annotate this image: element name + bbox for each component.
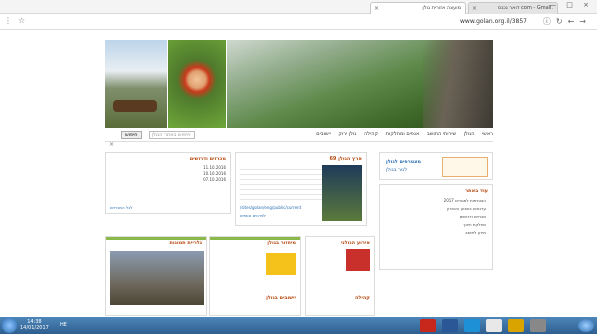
bookmark-star-icon[interactable]: ☆ <box>18 16 25 25</box>
tab-gmail-label: .com - Gmail דואר נכנס <box>497 5 553 11</box>
windows-taskbar: 14:38 14/01/2017 HE <box>0 317 597 334</box>
gallery-photo[interactable] <box>110 251 204 305</box>
nav-community[interactable]: קהילה <box>364 131 378 137</box>
search-button[interactable]: חיפוש <box>121 131 142 139</box>
chrome-app-icon[interactable] <box>486 319 502 332</box>
media-app-icon[interactable] <box>530 319 546 332</box>
rocks-image <box>423 40 493 128</box>
news-box: ארץ הגולן 69 /sites/golan/eng/public/cur… <box>235 152 367 226</box>
web-page: × חיפוש חיפוש באתר הגולן ראשי הגולן שירו… <box>105 40 493 316</box>
event-title: אירוע הגולני <box>340 240 370 246</box>
folder-app-icon[interactable] <box>508 319 524 332</box>
window-controls[interactable]: — □ × <box>549 1 593 9</box>
gallery-title: גלריית תמונות <box>169 240 202 246</box>
updates-item[interactable]: מחלקת חינוך <box>384 221 486 229</box>
taskbar-clock[interactable]: 14:38 14/01/2017 <box>20 319 49 331</box>
event-box: אירוע הגולני קהילה <box>305 236 375 316</box>
tab-golan[interactable]: × מועצה אזורית גולן <box>370 2 466 14</box>
news-title: ארץ הגולן 69 <box>329 156 362 162</box>
main-nav-row: × חיפוש חיפוש באתר הגולן ראשי הגולן שירו… <box>105 130 493 148</box>
ie-app-icon[interactable] <box>464 319 480 332</box>
nav-buttons[interactable]: ⓘ↻←→ <box>543 16 591 27</box>
tab-gmail[interactable]: × .com - Gmail דואר נכנס <box>468 2 558 14</box>
nav-golan[interactable]: הגולן <box>464 131 475 137</box>
news-cover-image[interactable] <box>322 165 362 221</box>
settlements-title: יישובים בגולן <box>266 295 296 301</box>
search-input[interactable]: חיפוש באתר הגולן <box>148 131 195 139</box>
url-field[interactable]: www.golan.org.il/3857 <box>460 18 527 25</box>
ad-logo <box>442 157 488 177</box>
gallery-box: גלריית תמונות <box>105 236 207 316</box>
mountain-cows-photo <box>105 40 167 128</box>
updates-item[interactable]: עדכונים בשבוע האחרון <box>384 205 486 213</box>
close-tab-icon[interactable]: × <box>374 5 379 12</box>
news-more-link[interactable]: לפרטים נוספים <box>240 213 266 219</box>
close-tab-icon[interactable]: × <box>472 5 477 12</box>
pdf-app-icon[interactable] <box>420 319 436 332</box>
tender-item[interactable]: 07.10.2016 <box>108 177 226 183</box>
tab-golan-label: מועצה אזורית גולן <box>422 5 461 11</box>
news-link[interactable]: /sites/golan/eng/public/current <box>240 205 301 211</box>
tenders-title: מכרזים ודרושים <box>189 156 226 162</box>
recycle-box: מיחזור בגולן יישובים בגולן <box>209 236 301 316</box>
tenders-box: מכרזים ודרושים 11.10.2016 10.10.2016 07.… <box>105 152 231 214</box>
browser-tab-strip: × .com - Gmail דואר נכנס × מועצה אזורית … <box>0 0 597 14</box>
nav-departments[interactable]: אגפים ומחלקות <box>386 131 420 137</box>
valley-photo <box>227 40 493 128</box>
join-golan-ad[interactable]: מצטרפים לגולן לגור בגולן <box>379 152 493 180</box>
tenders-more-link[interactable]: לכל המכרזים <box>110 205 133 211</box>
updates-item[interactable]: מידע לתושב <box>384 229 486 237</box>
updates-title: עוד באתר <box>465 188 488 194</box>
updates-box: עוד באתר הצטרפות למגורים 2017 עדכונים בש… <box>379 184 493 270</box>
recycle-logo[interactable] <box>266 253 296 275</box>
updates-item[interactable]: הצטרפות למגורים 2017 <box>384 197 486 205</box>
child-photo <box>168 40 226 128</box>
clear-search-icon[interactable]: × <box>109 141 114 148</box>
word-app-icon[interactable] <box>442 319 458 332</box>
main-nav: ראשי הגולן שירותי התושב אגפים ומחלקות קה… <box>310 131 493 137</box>
site-search: × חיפוש חיפוש באתר הגולן <box>109 131 195 148</box>
nav-settlements[interactable]: יישובים <box>316 131 330 137</box>
updates-item[interactable]: מכרזים ודרושים <box>384 213 486 221</box>
nav-services[interactable]: שירותי התושב <box>427 131 456 137</box>
nav-home[interactable]: ראשי <box>482 131 493 137</box>
windows-orb-icon[interactable] <box>578 319 594 332</box>
language-indicator[interactable]: HE <box>60 322 67 328</box>
nav-green[interactable]: גולן ירוק <box>338 131 356 137</box>
header-banner <box>105 40 493 128</box>
clock-date: 14/01/2017 <box>20 325 49 331</box>
ad-subtitle: לגור בגולן <box>386 167 408 173</box>
menu-icon[interactable]: ⋮ <box>4 16 12 25</box>
cows-image <box>113 100 157 112</box>
ad-title: מצטרפים לגולן <box>386 159 421 165</box>
event-logo[interactable] <box>346 249 370 271</box>
community-title: קהילה <box>354 295 370 301</box>
address-bar: ⋮ ☆ www.golan.org.il/3857 ⓘ↻←→ <box>0 14 597 30</box>
start-button[interactable] <box>2 318 17 333</box>
news-text-block <box>240 165 322 201</box>
recycle-title: מיחזור בגולן <box>267 240 296 246</box>
